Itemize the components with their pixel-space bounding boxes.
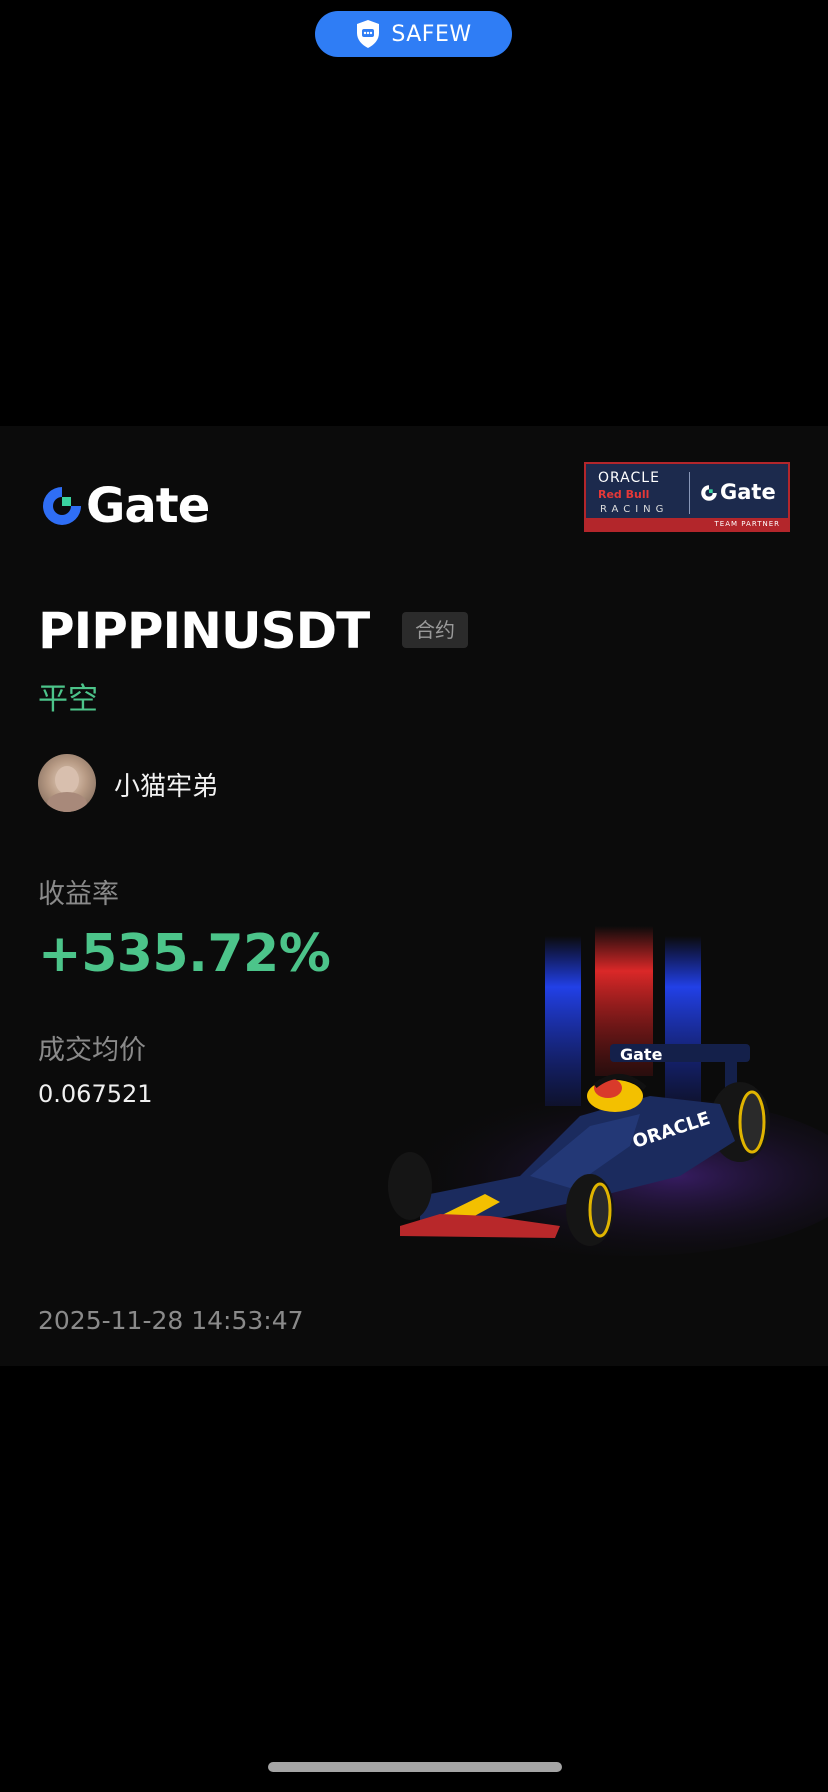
avg-price-label: 成交均价 [38, 1035, 146, 1066]
redbull-partner-badge: ORACLE Red Bull RACING Gate TEAM PARTNER [584, 462, 790, 532]
position-side-label: 平空 [38, 682, 98, 717]
contract-symbol: PIPPINUSDT [38, 602, 370, 660]
avg-price-value: 0.067521 [38, 1080, 153, 1108]
gate-logo: Gate [40, 478, 210, 534]
share-timestamp: 2025-11-28 14:53:47 [38, 1306, 304, 1335]
contract-tag: 合约 [402, 612, 468, 648]
shield-chat-icon [355, 19, 381, 49]
gate-logo-text: Gate [86, 478, 210, 534]
partner-badge-divider [689, 472, 690, 514]
home-indicator[interactable] [268, 1762, 562, 1772]
safew-pill-button[interactable]: SAFEW [315, 11, 512, 57]
roi-label: 收益率 [38, 879, 119, 910]
svg-text:Gate: Gate [620, 1045, 663, 1064]
partner-badge-gate-text: Gate [720, 480, 776, 504]
gate-logo-icon [40, 484, 84, 528]
partner-badge-strip: TEAM PARTNER [586, 518, 788, 530]
partner-badge-gate: Gate [700, 480, 776, 504]
username: 小猫牢弟 [114, 772, 219, 802]
safew-pill-label: SAFEW [391, 21, 472, 47]
partner-badge-line1: ORACLE [598, 470, 660, 486]
partner-badge-line2: Red Bull [598, 488, 650, 501]
partner-badge-line3: RACING [600, 504, 669, 515]
roi-value: +535.72% [38, 924, 331, 984]
race-car-illustration: Gate ORACLE [380, 926, 828, 1306]
pnl-share-card: Gate ORACLE Red Bull RACING Gate TEAM PA… [0, 426, 828, 1366]
avatar [38, 754, 96, 812]
gate-mini-icon [700, 483, 718, 501]
